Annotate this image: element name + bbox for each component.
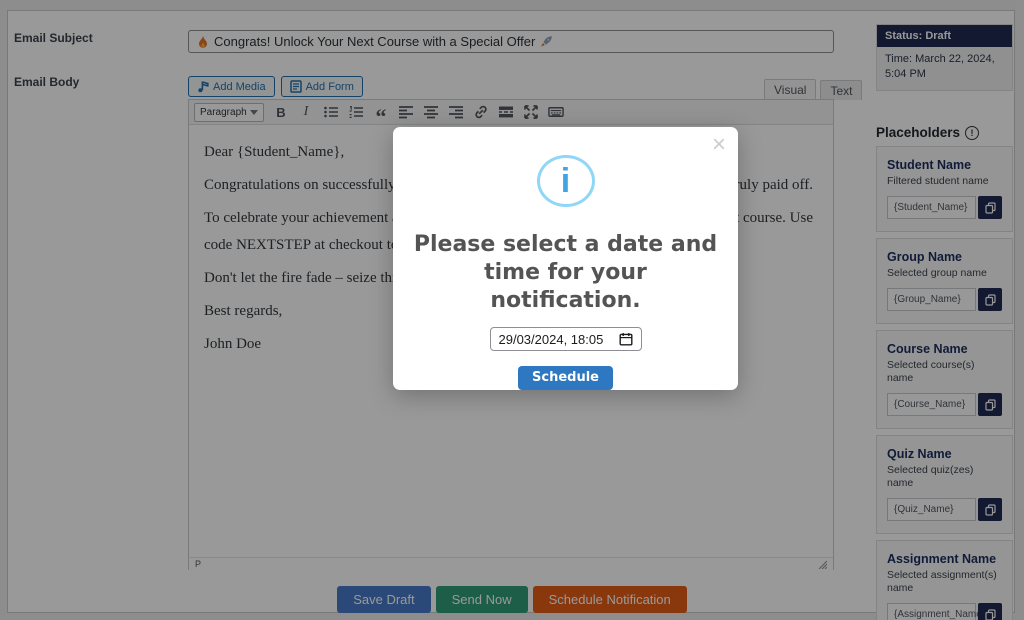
schedule-modal: × i Please select a date and time for yo… [393, 127, 738, 390]
datetime-input[interactable]: 29/03/2024, 18:05 [490, 327, 642, 350]
calendar-icon [619, 332, 633, 346]
modal-title: Please select a date and time for your n… [411, 231, 721, 315]
modal-info-icon: i [537, 155, 595, 207]
modal-schedule-button[interactable]: Schedule [518, 366, 613, 390]
datetime-value: 29/03/2024, 18:05 [499, 332, 604, 347]
page: Email Subject Email Body Congrats! Unloc… [0, 0, 1024, 620]
close-icon[interactable]: × [712, 133, 726, 157]
